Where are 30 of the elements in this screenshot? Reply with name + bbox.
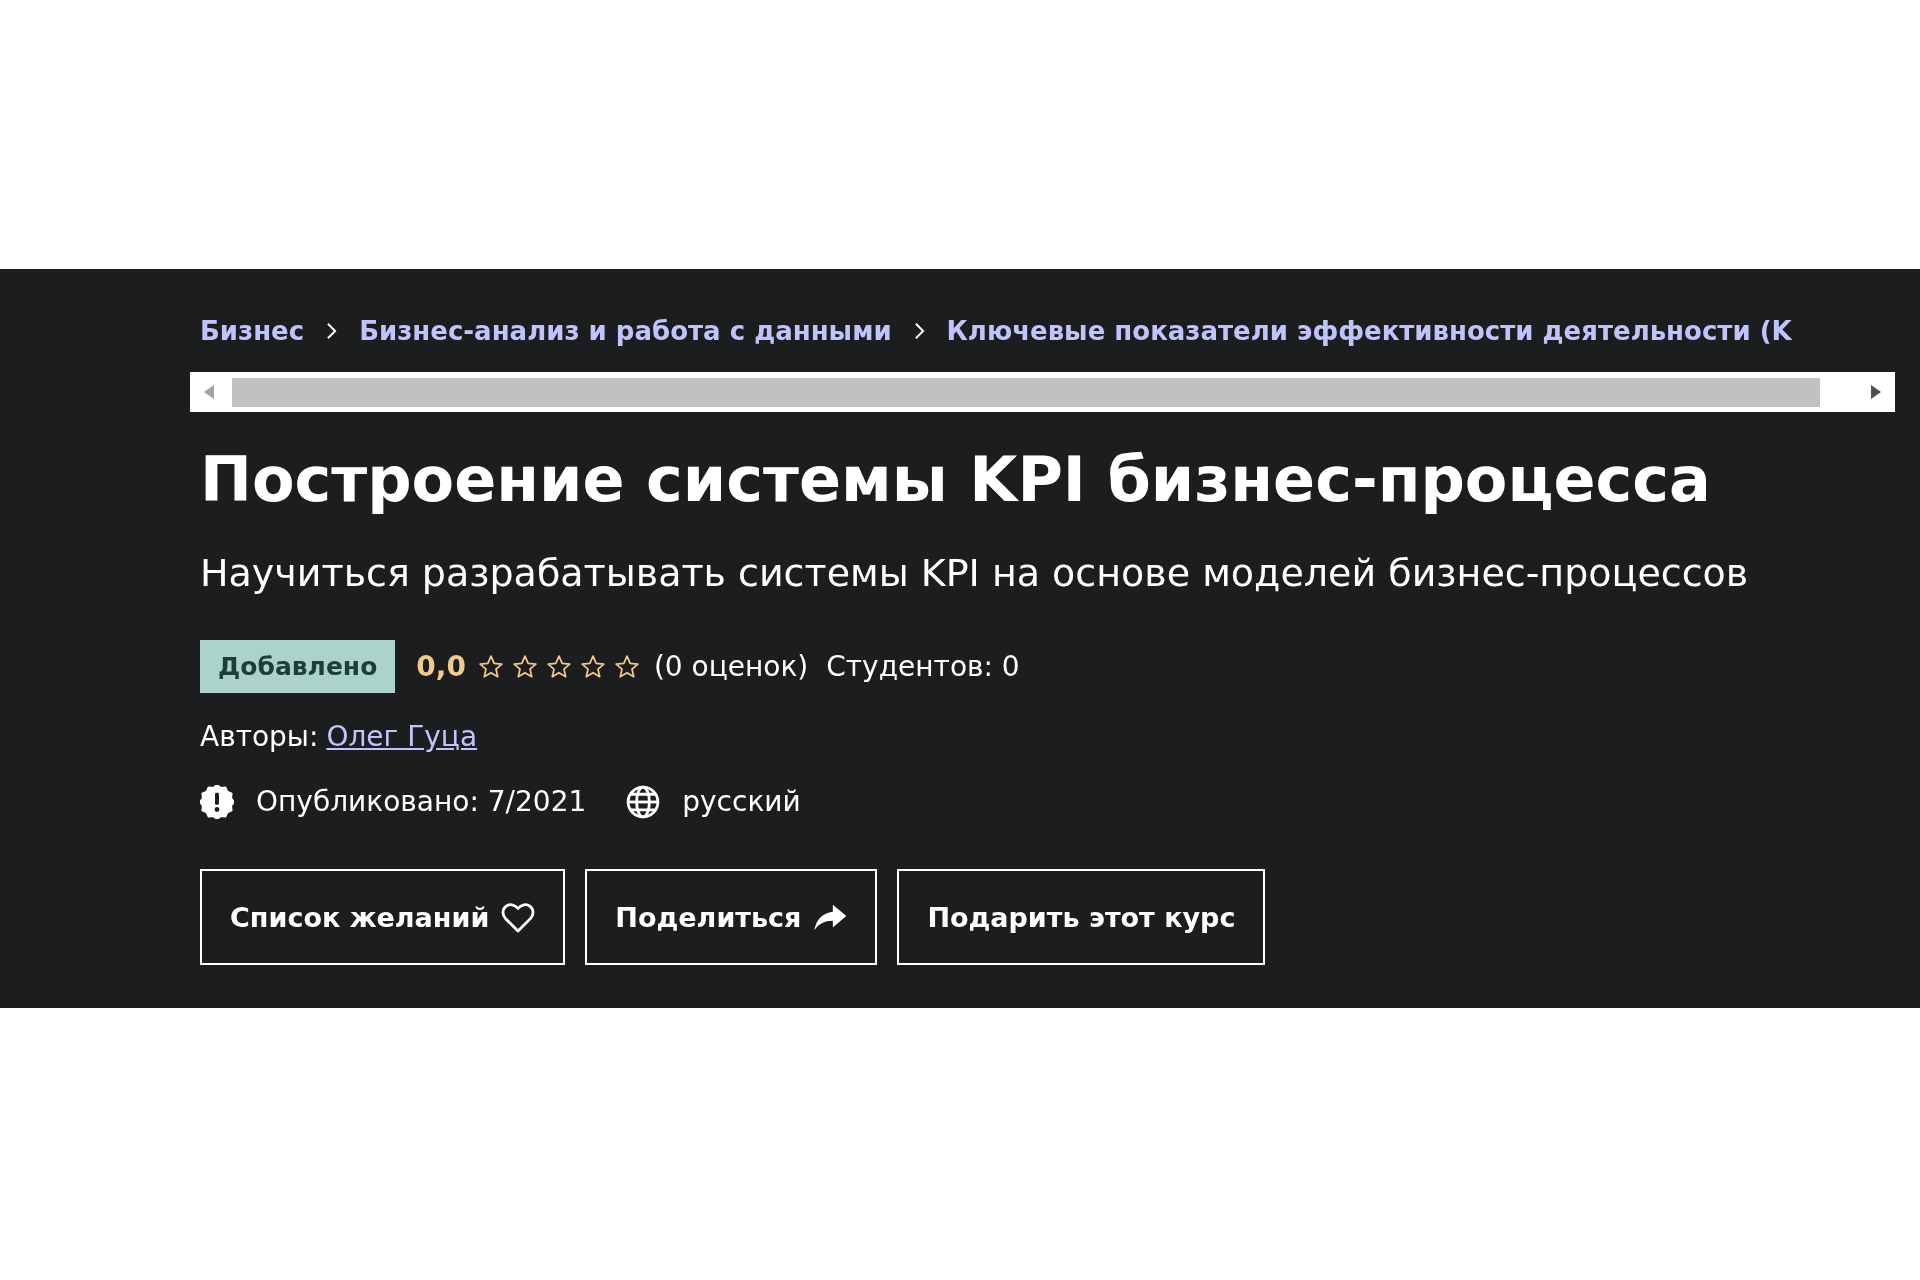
breadcrumb-link[interactable]: Бизнес-анализ и работа с данными <box>359 313 892 349</box>
star-icon <box>511 653 538 680</box>
star-icon <box>613 653 640 680</box>
chevron-right-icon <box>326 322 338 340</box>
left-arrow-icon[interactable] <box>204 385 214 399</box>
course-title: Построение системы KPI бизнес-процесса <box>200 442 1712 518</box>
chevron-right-icon <box>913 322 925 340</box>
author-link[interactable]: Олег Гуца <box>326 717 478 757</box>
horizontal-scrollbar[interactable] <box>190 372 1895 412</box>
action-button[interactable]: Список желаний <box>200 869 566 965</box>
star-icon <box>477 653 504 680</box>
student-count: Студентов: 0 <box>826 650 1020 683</box>
alert-badge-icon <box>200 785 234 819</box>
detail-text: Опубликовано: 7/2021 <box>256 784 587 820</box>
detail-text: русский <box>682 784 801 820</box>
action-button[interactable]: Подарить этот курс <box>897 869 1266 965</box>
action-button[interactable]: Поделиться <box>585 869 878 965</box>
rating-count: (0 оценок) <box>653 650 809 683</box>
star-icon <box>579 653 606 680</box>
course-subtitle: Научиться разрабатывать системы KPI на основе моделей бизнес-процессов <box>200 550 1750 597</box>
right-arrow-icon[interactable] <box>1871 385 1881 399</box>
breadcrumb-link[interactable]: Бизнес <box>200 313 305 349</box>
authors-label: Авторы: <box>200 719 319 755</box>
globe-icon <box>626 785 661 819</box>
scrollbar-thumb[interactable] <box>232 377 1820 407</box>
rating-score: 0,0 <box>416 650 466 683</box>
star-icon <box>545 653 572 680</box>
status-badge: Добавлено <box>200 640 396 693</box>
heart-icon <box>501 901 536 933</box>
breadcrumb-link[interactable]: Ключевые показатели эффективности деятельности (K <box>946 313 1792 349</box>
